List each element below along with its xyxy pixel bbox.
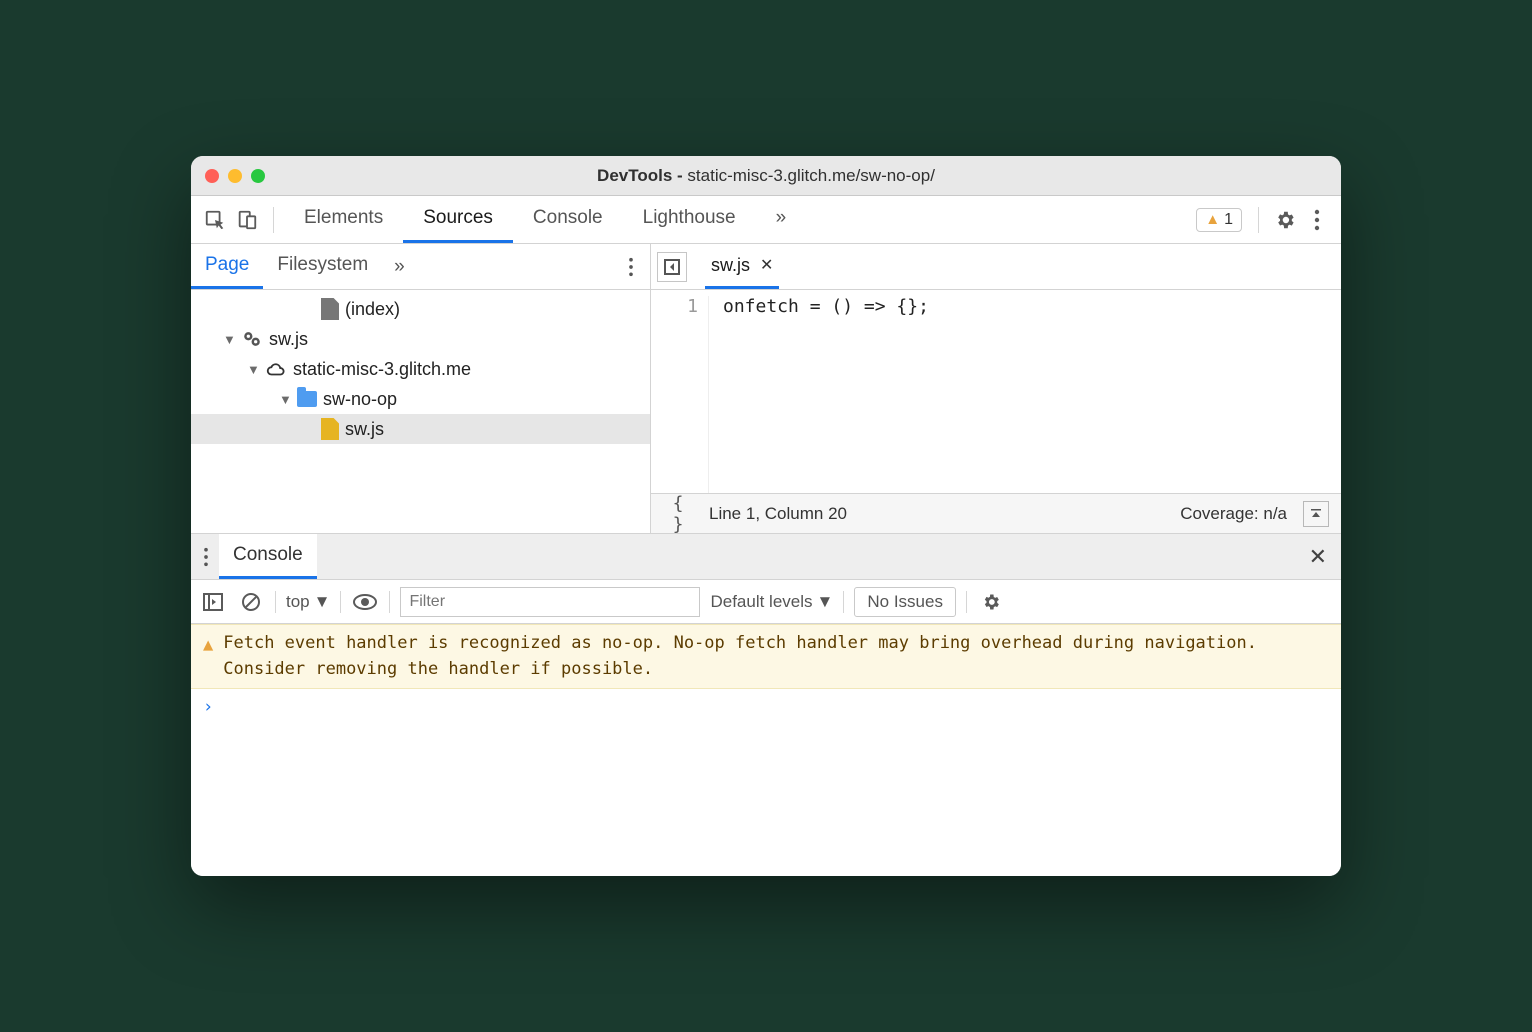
issues-button[interactable]: No Issues: [854, 587, 956, 617]
dropdown-icon: ▼: [817, 592, 834, 612]
tab-filesystem[interactable]: Filesystem: [263, 244, 382, 289]
console-settings-gear-icon[interactable]: [977, 588, 1005, 616]
close-window-button[interactable]: [205, 169, 219, 183]
cursor-position: Line 1, Column 20: [709, 504, 847, 524]
maximize-window-button[interactable]: [251, 169, 265, 183]
expand-up-icon[interactable]: [1303, 501, 1329, 527]
warnings-badge[interactable]: ▲ 1: [1196, 208, 1242, 232]
coverage-label: Coverage: n/a: [1180, 504, 1287, 524]
code-editor[interactable]: 1 onfetch = () => {};: [651, 290, 1341, 493]
line-gutter: 1: [651, 296, 709, 493]
tab-sources[interactable]: Sources: [403, 196, 513, 243]
tree-label: static-misc-3.glitch.me: [293, 359, 471, 380]
tab-elements[interactable]: Elements: [284, 196, 403, 243]
code-line: onfetch = () => {};: [709, 296, 929, 493]
pretty-print-icon[interactable]: { }: [663, 493, 693, 535]
js-file-icon: [321, 418, 339, 440]
separator: [389, 591, 390, 613]
separator: [1258, 207, 1259, 233]
tree-item-domain[interactable]: ▼ static-misc-3.glitch.me: [191, 354, 650, 384]
warning-icon: ▲: [1205, 211, 1220, 228]
title-prefix: DevTools -: [597, 166, 687, 185]
navigator-panel: Page Filesystem » (index) ▼ sw.js: [191, 244, 651, 533]
tree-label: sw.js: [269, 329, 308, 350]
editor-tab[interactable]: sw.js ✕: [705, 244, 779, 289]
expand-arrow-icon[interactable]: ▼: [247, 362, 259, 377]
warning-icon: ▲: [203, 631, 213, 682]
tab-lighthouse[interactable]: Lighthouse: [623, 196, 756, 243]
devtools-window: DevTools - static-misc-3.glitch.me/sw-no…: [191, 156, 1341, 876]
log-levels-selector[interactable]: Default levels ▼: [710, 592, 833, 612]
tab-page[interactable]: Page: [191, 244, 263, 289]
show-sidebar-icon[interactable]: [199, 588, 227, 616]
separator: [273, 207, 274, 233]
window-title: DevTools - static-misc-3.glitch.me/sw-no…: [191, 166, 1341, 186]
gears-icon: [241, 328, 263, 350]
drawer-tab-bar: Console ✕: [191, 534, 1341, 580]
more-menu-icon[interactable]: [1301, 204, 1333, 236]
inspect-element-icon[interactable]: [199, 204, 231, 236]
expand-arrow-icon[interactable]: ▼: [279, 392, 291, 407]
tree-item-service-worker[interactable]: ▼ sw.js: [191, 324, 650, 354]
live-expression-icon[interactable]: [351, 588, 379, 616]
device-toggle-icon[interactable]: [231, 204, 263, 236]
console-prompt[interactable]: ›: [191, 689, 1341, 725]
context-label: top: [286, 592, 310, 612]
tab-console[interactable]: Console: [513, 196, 623, 243]
tree-label: (index): [345, 299, 400, 320]
tabs-overflow[interactable]: »: [756, 196, 807, 243]
dropdown-icon: ▼: [314, 592, 331, 612]
separator: [340, 591, 341, 613]
editor-tab-name: sw.js: [711, 255, 750, 276]
context-selector[interactable]: top ▼: [286, 592, 330, 612]
close-tab-icon[interactable]: ✕: [760, 255, 773, 275]
prompt-chevron-icon: ›: [203, 697, 213, 717]
expand-arrow-icon[interactable]: ▼: [223, 332, 235, 347]
warning-text: Fetch event handler is recognized as no-…: [223, 631, 1329, 682]
line-number: 1: [651, 296, 698, 317]
editor-status-bar: { } Line 1, Column 20 Coverage: n/a: [651, 493, 1341, 533]
clear-console-icon[interactable]: [237, 588, 265, 616]
folder-icon: [297, 391, 317, 407]
tree-item-folder[interactable]: ▼ sw-no-op: [191, 384, 650, 414]
navigator-tabs-overflow[interactable]: »: [382, 256, 417, 278]
traffic-lights: [191, 169, 265, 183]
console-warning-message[interactable]: ▲ Fetch event handler is recognized as n…: [191, 624, 1341, 689]
navigator-tabs: Page Filesystem »: [191, 244, 650, 290]
tree-item-index[interactable]: (index): [191, 294, 650, 324]
tree-label: sw-no-op: [323, 389, 397, 410]
minimize-window-button[interactable]: [228, 169, 242, 183]
drawer-more-icon[interactable]: [199, 547, 219, 567]
file-tree[interactable]: (index) ▼ sw.js ▼ static-misc-3.glitch.m…: [191, 290, 650, 533]
separator: [275, 591, 276, 613]
drawer-tab-console[interactable]: Console: [219, 534, 317, 579]
console-toolbar: top ▼ Default levels ▼ No Issues: [191, 580, 1341, 624]
cloud-icon: [265, 360, 287, 378]
title-bar: DevTools - static-misc-3.glitch.me/sw-no…: [191, 156, 1341, 196]
tree-label: sw.js: [345, 419, 384, 440]
editor-tab-bar: sw.js ✕: [651, 244, 1341, 290]
separator: [843, 591, 844, 613]
levels-label: Default levels: [710, 592, 812, 612]
file-icon: [321, 298, 339, 320]
console-output[interactable]: ▲ Fetch event handler is recognized as n…: [191, 624, 1341, 876]
settings-gear-icon[interactable]: [1269, 204, 1301, 236]
editor-panel: sw.js ✕ 1 onfetch = () => {}; { } Line 1…: [651, 244, 1341, 533]
navigator-more-icon[interactable]: [616, 257, 646, 277]
issues-label: No Issues: [867, 592, 943, 611]
sources-content: Page Filesystem » (index) ▼ sw.js: [191, 244, 1341, 534]
filter-input[interactable]: [400, 587, 700, 617]
warning-count: 1: [1224, 211, 1233, 229]
console-drawer: Console ✕ top ▼ Default levels ▼: [191, 534, 1341, 876]
tree-item-file[interactable]: sw.js: [191, 414, 650, 444]
title-path: static-misc-3.glitch.me/sw-no-op/: [687, 166, 935, 185]
separator: [966, 591, 967, 613]
navigate-back-icon[interactable]: [657, 252, 687, 282]
close-drawer-icon[interactable]: ✕: [1303, 544, 1333, 570]
main-toolbar: Elements Sources Console Lighthouse » ▲ …: [191, 196, 1341, 244]
